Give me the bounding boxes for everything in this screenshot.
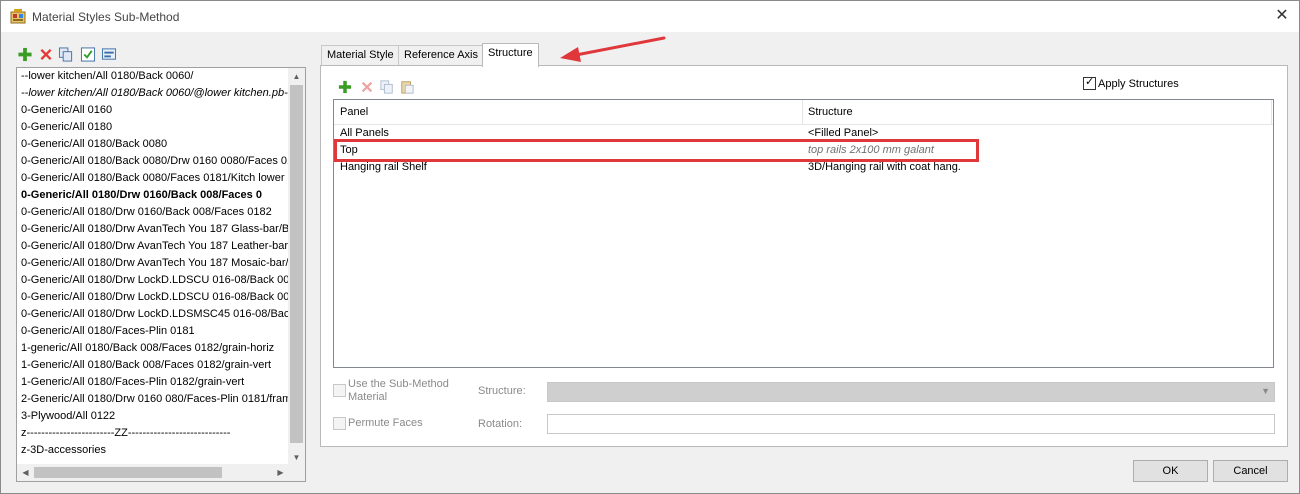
horizontal-scrollbar[interactable]: ◀ ▶: [17, 464, 289, 481]
cancel-button[interactable]: Cancel: [1213, 460, 1288, 482]
column-divider[interactable]: [1271, 100, 1272, 125]
horizontal-scroll-thumb[interactable]: [34, 467, 222, 478]
copy-icon[interactable]: [58, 47, 74, 62]
list-item[interactable]: 0-Generic/All 0180/Back 0080: [17, 136, 289, 153]
grid-cell-structure: <Filled Panel>: [808, 127, 879, 139]
scrollbar-corner: [288, 464, 305, 481]
add-structure-icon[interactable]: [338, 80, 352, 94]
column-header-panel[interactable]: Panel: [340, 106, 368, 118]
list-item[interactable]: 0-Generic/All 0180/Faces-Plin 0181: [17, 323, 289, 340]
list-item[interactable]: z-3D-accessories: [17, 442, 289, 459]
title-bar: Material Styles Sub-Method ✕: [1, 1, 1299, 32]
close-button[interactable]: ✕: [1267, 2, 1297, 30]
rotation-input[interactable]: [547, 414, 1275, 434]
properties-icon[interactable]: [101, 47, 117, 62]
use-submethod-material-checkbox[interactable]: [333, 384, 346, 397]
grid-header: Panel Structure: [334, 100, 1273, 125]
use-submethod-material-label[interactable]: Use the Sub-Method Material: [348, 378, 458, 404]
scroll-right-icon[interactable]: ▶: [272, 464, 289, 481]
check-list-icon[interactable]: [80, 47, 96, 62]
tab-material-style[interactable]: Material Style: [321, 45, 400, 66]
list-item[interactable]: 1-Generic/All 0180/Back 008/Faces 0182/g…: [17, 357, 289, 374]
list-item[interactable]: 2-Generic/All 0180/Drw 0160 080/Faces-Pl…: [17, 391, 289, 408]
delete-icon[interactable]: [38, 47, 54, 62]
list-item[interactable]: 1-generic/All 0180/Back 008/Faces 0182/g…: [17, 340, 289, 357]
annotation-arrow-icon: [560, 36, 666, 62]
material-styles-icon: [10, 9, 26, 24]
list-item[interactable]: 0-Generic/All 0180/Drw 0160/Back 008/Fac…: [17, 204, 289, 221]
delete-structure-icon[interactable]: [360, 80, 374, 94]
list-item[interactable]: 0-Generic/All 0180/Drw LockD.LDSCU 016-0…: [17, 272, 289, 289]
ok-button[interactable]: OK: [1133, 460, 1208, 482]
list-item[interactable]: 1-Generic/All 0180/Faces-Plin 0182/grain…: [17, 374, 289, 391]
list-item[interactable]: 0-Generic/All 0180/Back 0080/Drw 0160 00…: [17, 153, 289, 170]
list-item[interactable]: --lower kitchen/All 0180/Back 0060/: [17, 68, 289, 85]
structure-select[interactable]: ▼: [547, 382, 1275, 402]
tab-structure[interactable]: Structure: [482, 43, 539, 67]
list-item[interactable]: 0-Generic/All 0180: [17, 119, 289, 136]
column-divider[interactable]: [802, 100, 803, 125]
checkmark-icon: ✓: [1085, 76, 1095, 88]
vertical-scroll-thumb[interactable]: [290, 85, 303, 443]
list-item[interactable]: z------------------------ZZ-------------…: [17, 425, 289, 442]
list-item[interactable]: 0-Generic/All 0180/Drw AvanTech You 187 …: [17, 221, 289, 238]
grid-cell-structure: 3D/Hanging rail with coat hang.: [808, 161, 961, 173]
dialog-window: Material Styles Sub-Method ✕ --lower kit…: [0, 0, 1300, 494]
list-item[interactable]: 0-Generic/All 0180/Drw LockD.LDSMSC45 01…: [17, 306, 289, 323]
annotation-highlight-box: [334, 139, 979, 162]
list-item[interactable]: 0-Generic/All 0180/Drw 0160/Back 008/Fac…: [17, 187, 289, 204]
column-header-structure[interactable]: Structure: [808, 106, 853, 118]
permute-faces-checkbox[interactable]: [333, 417, 346, 430]
tab-reference-axis[interactable]: Reference Axis: [398, 45, 484, 66]
scroll-up-icon[interactable]: ▲: [288, 68, 305, 85]
list-item[interactable]: 0-Generic/All 0180/Back 0080/Faces 0181/…: [17, 170, 289, 187]
window-title: Material Styles Sub-Method: [32, 10, 180, 24]
list-item[interactable]: --lower kitchen/All 0180/Back 0060/@lowe…: [17, 85, 289, 102]
list-item[interactable]: 3-Plywood/All 0122: [17, 408, 289, 425]
list-items: --lower kitchen/All 0180/Back 0060/--low…: [17, 68, 289, 466]
scroll-left-icon[interactable]: ◀: [17, 464, 34, 481]
rotation-label: Rotation:: [478, 418, 523, 430]
grid-cell-panel: Hanging rail Shelf: [340, 161, 427, 173]
apply-structures-checkbox[interactable]: ✓: [1083, 76, 1096, 90]
paste-structure-icon[interactable]: [400, 80, 414, 94]
structure-label: Structure:: [478, 385, 526, 397]
list-item[interactable]: 0-Generic/All 0160: [17, 102, 289, 119]
grid-cell-panel: All Panels: [340, 127, 389, 139]
add-icon[interactable]: [17, 47, 33, 62]
chevron-down-icon[interactable]: ▼: [1261, 386, 1270, 396]
submethod-list[interactable]: --lower kitchen/All 0180/Back 0060/--low…: [16, 67, 306, 482]
list-item[interactable]: 0-Generic/All 0180/Drw LockD.LDSCU 016-0…: [17, 289, 289, 306]
apply-structures-label[interactable]: Apply Structures: [1098, 78, 1179, 90]
vertical-scrollbar[interactable]: ▲ ▼: [288, 68, 305, 466]
permute-faces-label[interactable]: Permute Faces: [348, 417, 423, 430]
copy-structure-icon[interactable]: [380, 80, 394, 94]
list-item[interactable]: 0-Generic/All 0180/Drw AvanTech You 187 …: [17, 238, 289, 255]
list-item[interactable]: 0-Generic/All 0180/Drw AvanTech You 187 …: [17, 255, 289, 272]
